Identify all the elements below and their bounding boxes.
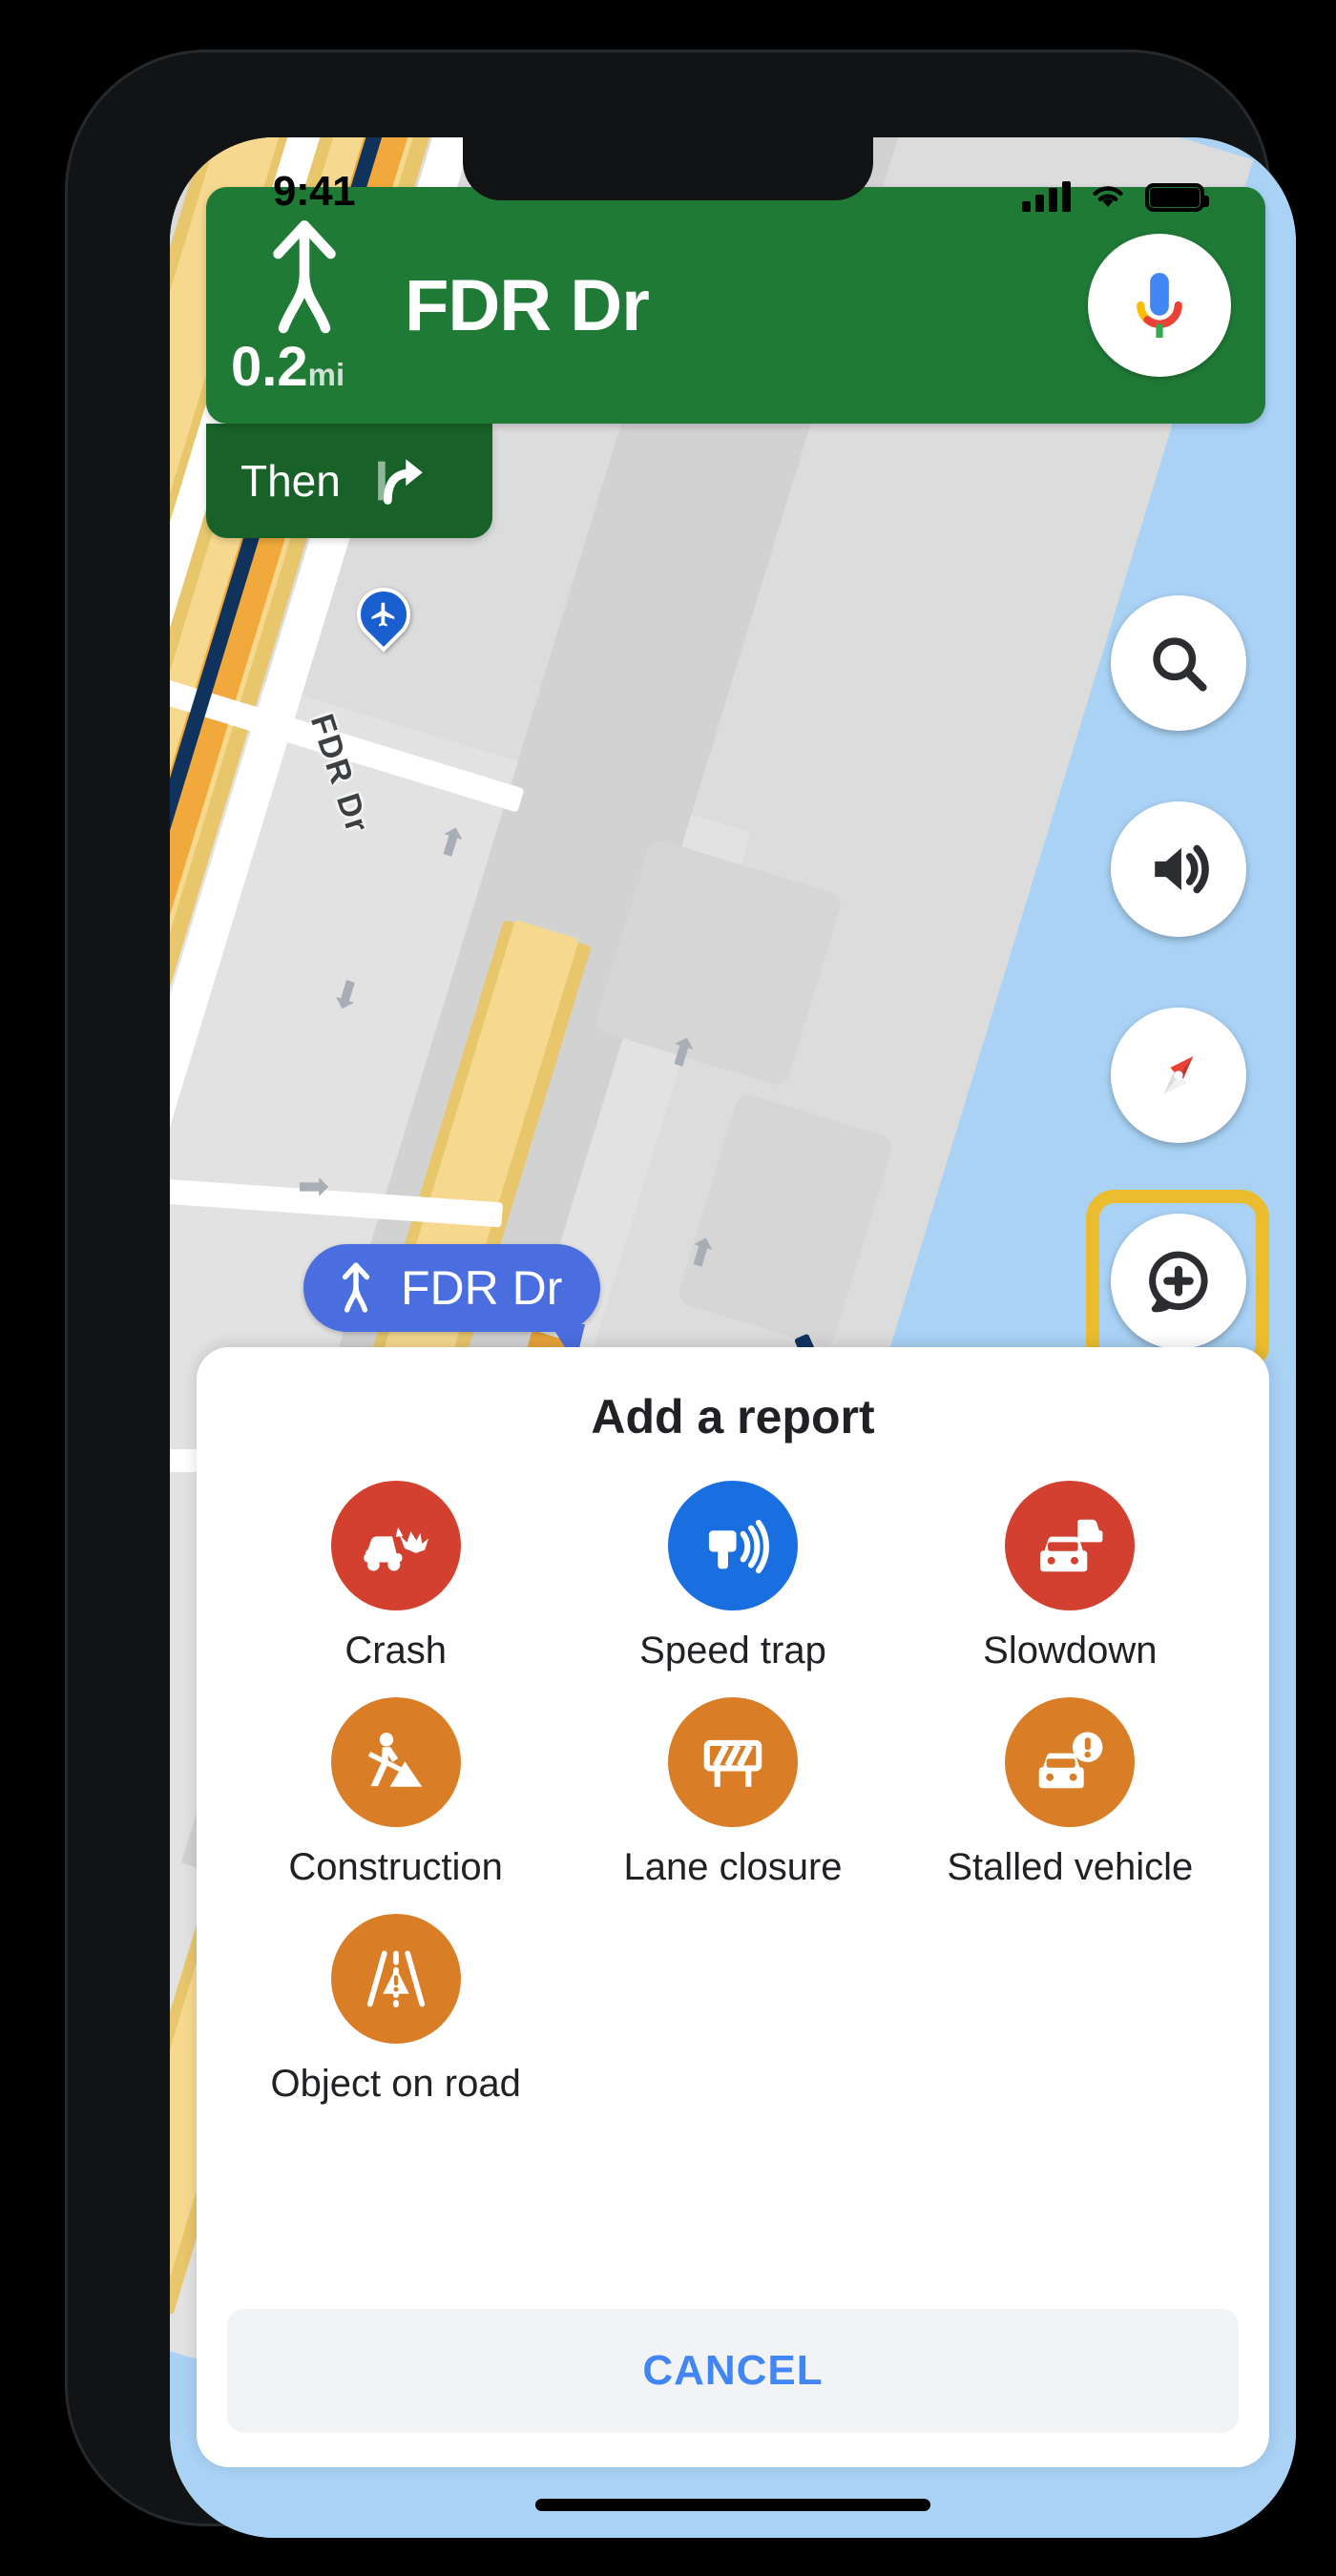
traffic-jam-icon [1040,1519,1103,1572]
report-option-construction[interactable]: Construction [227,1690,564,1897]
speed-trap-icon-circle [667,1481,798,1610]
crash-icon-circle [330,1481,461,1610]
map-compass-button[interactable] [1111,1008,1246,1143]
home-indicator[interactable] [535,2499,930,2511]
phone-notch [463,137,873,200]
stalled-car-icon [1039,1732,1103,1789]
report-option-label: Crash [344,1630,448,1672]
report-options-grid: Crash Speed trap Slowdown Construction L… [227,1473,1239,2113]
phone-screen: ⬇ ⬆ ⬆ ⬆ ⬇ ⬆ ⬇ FDR Dr [170,137,1296,2538]
sheet-title: Add a report [591,1390,875,1444]
assistant-mic-button[interactable] [1088,234,1231,377]
navigation-street-name: FDR Dr [405,264,650,346]
google-assistant-mic-icon [1137,272,1182,339]
map-search-button[interactable] [1111,595,1246,731]
turn-right-arrow-icon [377,459,423,505]
barricade-icon [703,1739,762,1787]
report-option-label: Object on road [270,2063,521,2105]
report-option-label: Construction [288,1846,503,1888]
direction-arrow-4: ⬆ [290,1171,333,1203]
distance-unit: mi [307,357,345,392]
add-report-button[interactable] [1111,1214,1246,1349]
speed-camera-icon [708,1519,769,1574]
map-callout-fdr-dr[interactable]: FDR Dr [303,1244,601,1364]
report-option-lane-closure[interactable]: Lane closure [564,1690,901,1897]
merge-straight-arrow-icon [273,220,336,334]
add-report-bubble-icon [1149,1251,1208,1313]
then-label: Then [240,456,341,506]
object-on-road-icon-circle [330,1914,461,2044]
report-option-speed-trap[interactable]: Speed trap [564,1473,901,1680]
search-icon [1153,637,1207,692]
then-banner[interactable]: Then [206,424,492,538]
report-option-label: Speed trap [639,1630,826,1672]
merge-straight-arrow-icon [342,1262,370,1313]
construction-icon-circle [330,1697,461,1827]
report-option-label: Stalled vehicle [947,1846,1194,1888]
volume-up-icon [1155,844,1209,894]
slowdown-icon-circle [1005,1481,1136,1610]
report-option-stalled-vehicle[interactable]: Stalled vehicle [902,1690,1239,1897]
lane-closure-icon-circle [667,1697,798,1827]
stalled-vehicle-icon-circle [1005,1697,1136,1827]
phone-frame: ⬇ ⬆ ⬆ ⬆ ⬇ ⬆ ⬇ FDR Dr [65,50,1296,2538]
distance-value: 0.2 [231,336,308,398]
distance-readout: 0.2mi [231,340,344,395]
car-crash-icon [363,1527,428,1571]
report-option-object-on-road[interactable]: Object on road [227,1906,564,2113]
cancel-button[interactable]: CANCEL [227,2309,1239,2433]
screenshot-root: ⬇ ⬆ ⬆ ⬆ ⬇ ⬆ ⬇ FDR Dr [0,0,1336,2576]
report-option-label: Slowdown [983,1630,1158,1672]
road-work-icon [367,1733,422,1787]
maneuver-block: 0.2mi [206,187,405,424]
report-option-label: Lane closure [623,1846,843,1888]
report-option-crash[interactable]: Crash [227,1473,564,1680]
compass-icon [1163,1055,1194,1095]
navigation-banner[interactable]: 0.2mi FDR Dr [206,187,1265,424]
add-report-sheet: Add a report Crash Speed trap Slowdown C… [197,1347,1269,2467]
object-on-road-icon [366,1950,425,2008]
map-volume-button[interactable] [1111,801,1246,937]
map-callout-label: FDR Dr [401,1261,563,1315]
report-option-slowdown[interactable]: Slowdown [902,1473,1239,1680]
airport-plane-icon [371,602,395,627]
